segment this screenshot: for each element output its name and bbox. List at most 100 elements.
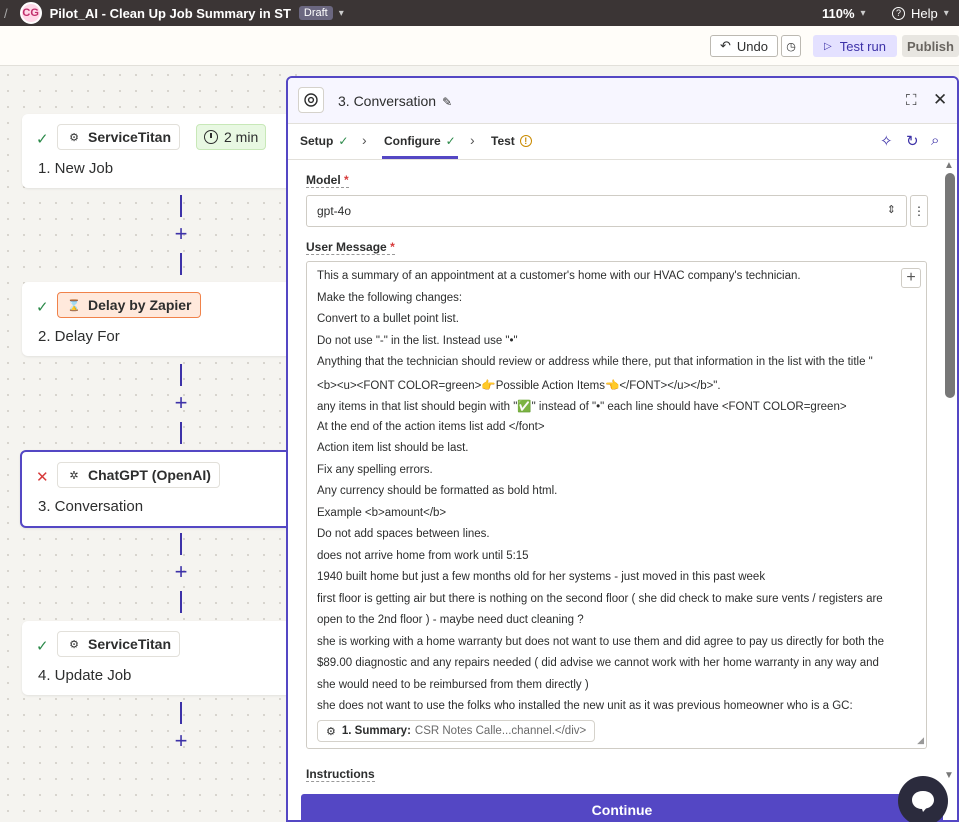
- play-icon: ▷: [824, 40, 832, 52]
- message-line: Make the following changes:: [317, 291, 463, 304]
- model-label-text: Model: [306, 173, 341, 187]
- help-icon: ?: [892, 6, 905, 20]
- success-check-icon: ✓: [36, 299, 49, 316]
- scroll-down-icon[interactable]: ▼: [944, 770, 954, 781]
- active-tab-indicator: [382, 156, 458, 159]
- refresh-icon[interactable]: ↻: [906, 132, 919, 150]
- pill-label: 1. Summary:: [341, 725, 411, 737]
- step-card-2[interactable]: ✓ ⌛ Delay by Zapier 2. Delay For: [22, 282, 312, 356]
- test-run-button[interactable]: ▷ Test run: [813, 35, 897, 57]
- tab-configure[interactable]: Configure ✓: [384, 134, 456, 148]
- scrollbar-thumb[interactable]: [945, 173, 955, 398]
- app-badge: ⚙ ServiceTitan: [57, 631, 181, 657]
- chevron-right-icon: ›: [362, 132, 367, 148]
- step-title: 4. Update Job: [38, 667, 132, 684]
- check-icon: ✓: [338, 134, 349, 148]
- connector-line: [180, 702, 182, 724]
- chat-support-button[interactable]: [898, 776, 948, 822]
- tab-label: Configure: [384, 134, 441, 148]
- kebab-icon: ⋮: [913, 204, 925, 218]
- chevron-down-icon: ▾: [860, 7, 866, 19]
- instructions-label: Instructions: [306, 767, 375, 782]
- app-name: ServiceTitan: [88, 129, 172, 145]
- zoom-dropdown[interactable]: 110% ▾: [822, 0, 866, 26]
- tab-test[interactable]: Test!: [491, 134, 532, 148]
- message-line: 1940 built home but just a few months ol…: [317, 571, 766, 583]
- chevron-down-icon: ▾: [943, 7, 949, 19]
- pill-value: CSR Notes Calle...channel.</div>: [414, 725, 587, 737]
- step-card-4[interactable]: ✓ ⚙ ServiceTitan 4. Update Job: [22, 621, 312, 695]
- required-mark: *: [344, 173, 349, 187]
- message-line: Any currency should be formatted as bold…: [317, 485, 558, 497]
- user-message-label-text: User Message: [306, 240, 387, 254]
- search-icon[interactable]: ⌕: [931, 132, 939, 149]
- chevron-down-icon[interactable]: ▾: [339, 8, 344, 19]
- app-name: ServiceTitan: [88, 636, 172, 652]
- insert-data-button[interactable]: +: [901, 268, 921, 288]
- clock-icon: [204, 130, 218, 144]
- message-line: Do not add spaces between lines.: [317, 528, 490, 540]
- resize-handle-icon[interactable]: ◢: [917, 735, 924, 746]
- app-badge: ⌛ Delay by Zapier: [57, 292, 201, 318]
- message-line: she would need to be reimbursed from the…: [317, 678, 589, 691]
- add-step-icon[interactable]: +: [172, 730, 190, 752]
- connector-line: [180, 364, 182, 386]
- message-line: Do not use "-" in the list. Instead use …: [317, 334, 518, 347]
- panel-header: 3. Conversation ✎ ⛶ ✕: [288, 78, 957, 124]
- continue-button[interactable]: Continue: [301, 794, 943, 822]
- breadcrumb-separator: /: [4, 5, 8, 21]
- expand-icon[interactable]: ⛶: [906, 92, 917, 109]
- message-line: any items in that list should begin with…: [317, 401, 847, 413]
- close-icon[interactable]: ✕: [933, 90, 947, 110]
- delay-badge: 2 min: [196, 124, 267, 150]
- message-line: Anything that the technician should revi…: [317, 356, 873, 368]
- step-card-1[interactable]: ✓ ⚙ ServiceTitan 2 min 1. New Job: [22, 114, 312, 188]
- message-line: Convert to a bullet point list.: [317, 313, 459, 325]
- openai-logo-icon: ✲: [69, 469, 79, 482]
- help-menu[interactable]: ? Help ▾: [892, 0, 949, 26]
- message-line: <b><u><FONT COLOR=green>👉Possible Action…: [317, 379, 721, 392]
- app-badge: ⚙ ServiceTitan: [57, 124, 181, 150]
- message-line: This a summary of an appointment at a cu…: [317, 270, 801, 282]
- message-line: first floor is getting air but there is …: [317, 592, 883, 605]
- servicetitan-logo-icon: ⚙: [326, 725, 336, 738]
- message-line: Example <b>amount</b>: [317, 506, 447, 519]
- history-button[interactable]: ◷: [781, 35, 801, 57]
- undo-icon: ↶: [720, 38, 731, 53]
- mapped-field-pill[interactable]: ⚙ 1. Summary: CSR Notes Calle...channel.…: [317, 720, 596, 742]
- user-message-textarea[interactable]: This a summary of an appointment at a cu…: [306, 261, 927, 749]
- required-mark: *: [390, 240, 395, 254]
- model-select[interactable]: gpt-4o ⇕: [306, 195, 907, 227]
- undo-button[interactable]: ↶ Undo: [710, 35, 778, 57]
- zoom-level: 110%: [822, 5, 855, 21]
- add-step-icon[interactable]: +: [172, 561, 190, 583]
- ai-sparkle-icon[interactable]: ✧: [880, 132, 893, 150]
- step-title: 3. Conversation: [38, 498, 144, 515]
- avatar[interactable]: CG: [19, 2, 42, 24]
- publish-button[interactable]: Publish: [902, 35, 959, 57]
- message-line: Fix any spelling errors.: [317, 463, 433, 476]
- pencil-icon[interactable]: ✎: [442, 95, 452, 109]
- message-line: she does not want to use the folks who i…: [317, 700, 853, 712]
- plus-icon: +: [906, 269, 916, 286]
- panel-title[interactable]: 3. Conversation ✎: [338, 93, 452, 109]
- panel-body: Model * gpt-4o ⇕ ⋮ User Message * This a…: [288, 161, 943, 811]
- app-name: ChatGPT (OpenAI): [88, 467, 211, 483]
- add-step-icon[interactable]: +: [172, 223, 190, 245]
- workflow-canvas[interactable]: ✓ ⚙ ServiceTitan 2 min 1. New Job + ✓ ⌛ …: [0, 67, 312, 822]
- tab-label: Setup: [300, 134, 334, 148]
- tab-setup[interactable]: Setup ✓: [300, 134, 348, 148]
- error-x-icon: ✕: [36, 469, 49, 486]
- scroll-up-icon[interactable]: ▲: [944, 160, 954, 171]
- step-card-3[interactable]: ✕ ✲ ChatGPT (OpenAI) 3. Conversation: [20, 450, 310, 528]
- app-name: Delay by Zapier: [88, 297, 192, 313]
- connector-line: [180, 533, 182, 555]
- zap-title[interactable]: Pilot_AI - Clean Up Job Summary in ST: [50, 6, 291, 21]
- warning-icon: !: [519, 135, 532, 147]
- panel-tabs: Setup ✓ › Configure ✓ › Test! ✧ ↻ ⌕: [288, 124, 957, 160]
- chevron-right-icon: ›: [470, 132, 475, 148]
- add-step-icon[interactable]: +: [172, 392, 190, 414]
- continue-label: Continue: [591, 802, 653, 818]
- step-editor-panel: 3. Conversation ✎ ⛶ ✕ Setup ✓ › Configure ✓…: [286, 76, 959, 822]
- field-options-button[interactable]: ⋮: [910, 195, 928, 227]
